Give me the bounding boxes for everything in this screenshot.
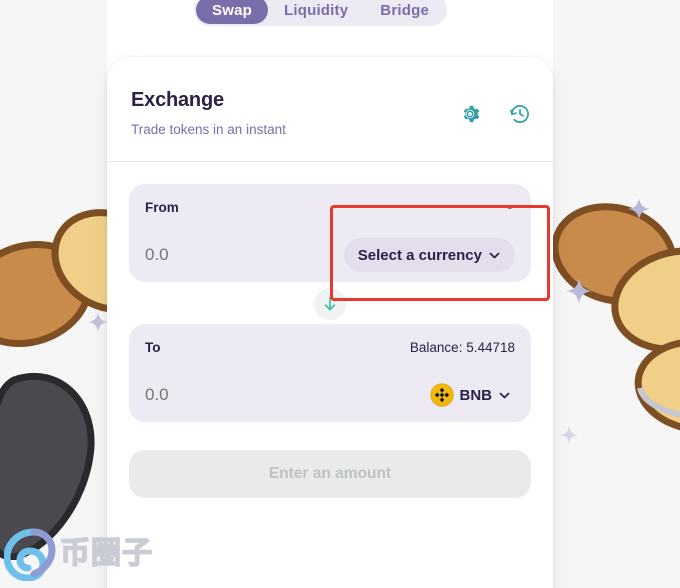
from-panel-row: Select a currency <box>145 238 515 272</box>
card-body: From - Select a currency <box>107 162 553 498</box>
decor-pancake-right-tan-2 <box>634 338 680 434</box>
to-panel: To Balance: 5.44718 0.0 BNB <box>129 324 531 422</box>
tab-bridge[interactable]: Bridge <box>364 0 445 24</box>
tab-swap[interactable]: Swap <box>196 0 268 24</box>
card-header: Exchange Trade tokens in an instant <box>107 57 553 162</box>
watermark-text: 币圈子 <box>59 536 153 571</box>
from-currency-selector[interactable]: Select a currency <box>343 238 515 272</box>
swap-direction-row <box>129 284 531 324</box>
sparkle-icon <box>88 312 108 332</box>
to-panel-row: BNB <box>145 378 515 412</box>
from-panel: From - Select a currency <box>129 184 531 282</box>
enter-amount-button[interactable]: Enter an amount <box>129 450 531 498</box>
to-label: To <box>145 339 161 355</box>
chevron-down-icon <box>499 392 510 398</box>
from-panel-header: From - <box>145 198 515 216</box>
to-amount-input[interactable] <box>145 385 295 405</box>
sparkle-icon <box>560 426 578 444</box>
from-label: From <box>145 199 179 215</box>
to-balance: Balance: 5.44718 <box>409 339 515 355</box>
gear-icon[interactable] <box>459 103 481 125</box>
arrow-down-icon <box>324 297 336 311</box>
header-actions <box>459 103 531 125</box>
watermark-logo-icon <box>4 528 56 581</box>
decor-pancake-right-brown <box>551 203 677 305</box>
sparkle-icon <box>566 278 592 304</box>
to-panel-header: To Balance: 5.44718 <box>145 338 515 356</box>
from-balance: - <box>507 199 513 215</box>
to-currency-label: BNB <box>459 386 493 404</box>
decor-pancake-right-tan-1 <box>611 247 680 353</box>
swap-direction-button[interactable] <box>314 288 346 320</box>
from-amount-input[interactable] <box>145 245 295 265</box>
to-currency-selector[interactable]: BNB <box>416 378 516 412</box>
chevron-down-icon <box>489 252 500 258</box>
tab-liquidity[interactable]: Liquidity <box>268 0 364 24</box>
history-icon[interactable] <box>509 103 531 125</box>
decor-pancake-left-brown <box>0 240 93 348</box>
exchange-card: Exchange Trade tokens in an instant From… <box>107 57 553 588</box>
from-currency-label: Select a currency <box>357 246 482 264</box>
bnb-token-icon <box>429 383 454 407</box>
watermark: 币圈子 <box>4 526 154 582</box>
sparkle-icon <box>628 198 650 220</box>
main-nav-tabs: Swap Liquidity Bridge <box>194 0 447 26</box>
